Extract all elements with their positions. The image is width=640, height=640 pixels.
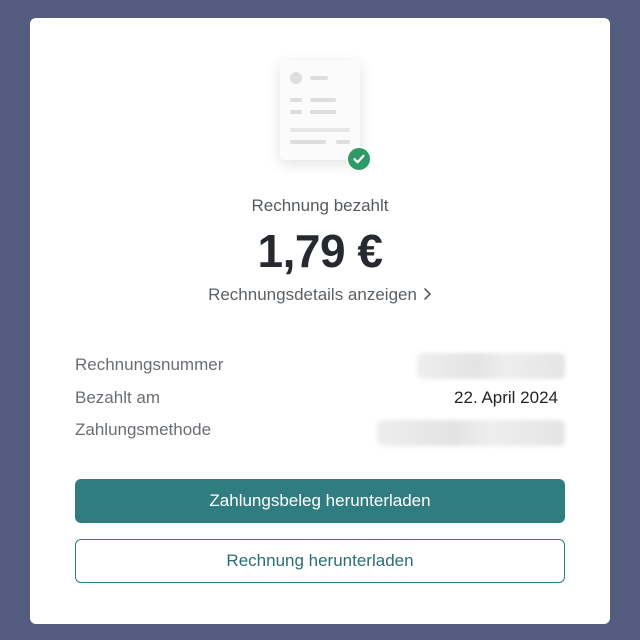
info-row-paid-on: Bezahlt am 22. April 2024 bbox=[75, 388, 565, 412]
invoice-number-value-redacted bbox=[417, 353, 565, 379]
invoice-card: Rechnung bezahlt 1,79 € Rechnungsdetails… bbox=[30, 18, 610, 624]
info-label-invoice-number: Rechnungsnummer bbox=[75, 355, 224, 374]
invoice-details-link[interactable]: Rechnungsdetails anzeigen bbox=[30, 285, 610, 306]
download-invoice-button[interactable]: Rechnung herunterladen bbox=[75, 539, 565, 583]
info-label-paid-on: Bezahlt am bbox=[75, 388, 161, 407]
info-label-payment-method: Zahlungsmethode bbox=[75, 420, 212, 439]
document-icon bbox=[280, 60, 360, 160]
invoice-illustration bbox=[280, 60, 375, 175]
invoice-status: Rechnung bezahlt bbox=[251, 196, 389, 215]
check-circle-icon bbox=[346, 146, 372, 172]
invoice-amount: 1,79 € bbox=[257, 225, 383, 277]
download-receipt-button[interactable]: Zahlungsbeleg herunterladen bbox=[75, 479, 565, 523]
chevron-right-icon bbox=[423, 286, 432, 306]
info-value-paid-on: 22. April 2024 bbox=[454, 388, 558, 407]
info-row-invoice-number: Rechnungsnummer bbox=[75, 353, 565, 379]
payment-method-value-redacted bbox=[377, 420, 565, 446]
invoice-details-label: Rechnungsdetails anzeigen bbox=[208, 285, 417, 304]
info-row-payment-method: Zahlungsmethode bbox=[75, 420, 565, 446]
